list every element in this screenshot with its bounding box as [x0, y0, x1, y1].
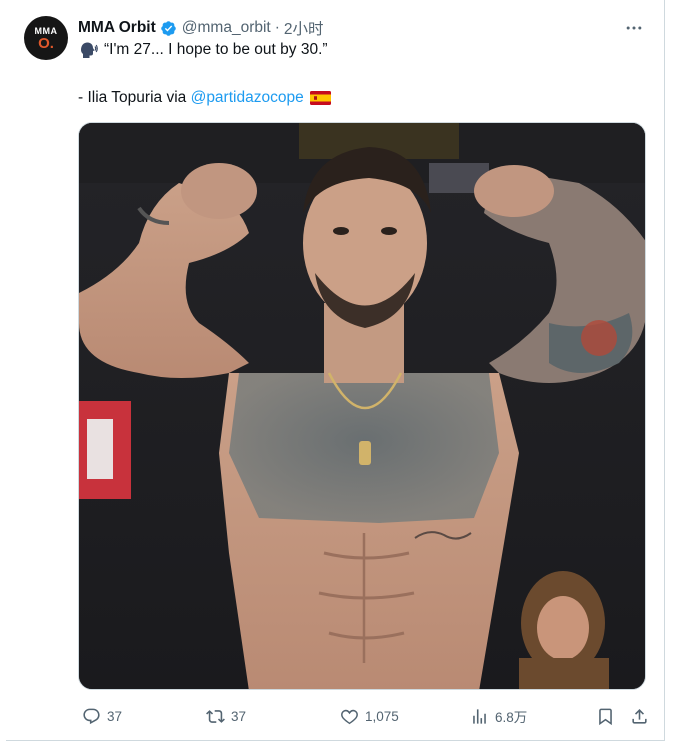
retweet-count: 37	[231, 708, 247, 724]
views-button[interactable]: 6.8万	[470, 704, 527, 728]
verified-badge-icon[interactable]	[160, 20, 177, 37]
share-icon	[632, 708, 647, 724]
retweet-button[interactable]: 37	[206, 704, 246, 728]
author-handle[interactable]: @mma_orbit	[182, 19, 271, 37]
bookmark-button[interactable]	[596, 704, 621, 728]
more-dots-icon[interactable]	[622, 18, 646, 38]
share-button[interactable]	[630, 704, 655, 728]
avatar-text-top: MMA	[34, 25, 58, 36]
attribution-prefix: - Ilia Topuria via	[78, 89, 191, 106]
reply-icon	[83, 708, 100, 724]
reply-count: 37	[107, 708, 123, 724]
post-timestamp[interactable]: 2小时	[284, 17, 324, 39]
bookmark-icon	[599, 708, 612, 725]
tweet-card[interactable]: MMA O. MMA Orbit @mma_orbit · 2小时 “I'm 2…	[6, 0, 665, 741]
like-button[interactable]: 1,075	[340, 704, 399, 728]
avatar-text-bottom: O.	[38, 34, 54, 52]
avatar[interactable]: MMA O.	[24, 16, 68, 60]
like-count: 1,075	[365, 708, 399, 724]
tweet-text-line-1: “I'm 27... I hope to be out by 30.”	[78, 40, 328, 60]
tweet-photo[interactable]	[78, 122, 646, 690]
spain-flag-emoji-icon	[309, 91, 331, 105]
tweet-actions: 37 37 1,075 6.8万	[78, 704, 650, 728]
view-count: 6.8万	[495, 710, 528, 725]
reply-button[interactable]: 37	[82, 704, 122, 728]
tweet-text-line-2: - Ilia Topuria via @partidazocope	[78, 88, 331, 108]
retweet-icon	[206, 709, 225, 723]
author-name[interactable]: MMA Orbit	[78, 19, 156, 37]
speaking-head-emoji-icon	[81, 42, 98, 58]
mention-link[interactable]: @partidazocope	[191, 88, 304, 108]
tweet-header: MMA Orbit @mma_orbit · 2小时	[78, 17, 324, 39]
heart-icon	[341, 709, 358, 724]
views-chart-icon	[473, 708, 486, 724]
tweet-quote-text: “I'm 27... I hope to be out by 30.”	[104, 41, 328, 58]
separator-dot: ·	[274, 19, 280, 36]
